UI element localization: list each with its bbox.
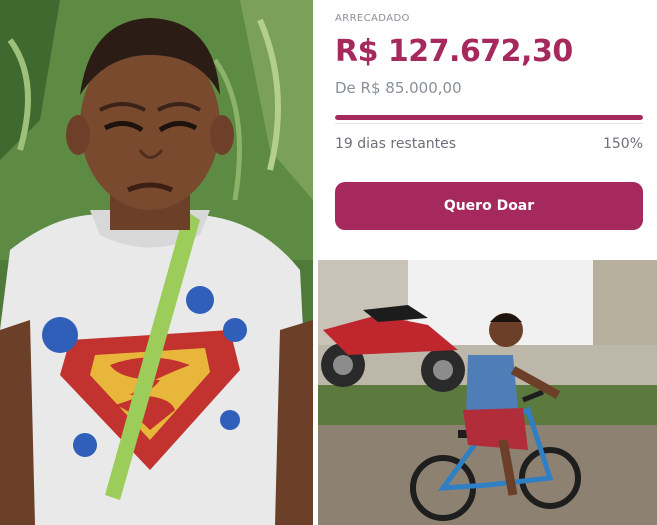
raised-amount: R$ 127.672,30 [335,34,573,69]
photo-boy-crying [0,0,313,525]
progress-percent: 150% [602,136,643,152]
goal-amount: De R$ 85.000,00 [335,79,462,97]
raised-label: ARRECADADO [335,13,410,24]
donate-button[interactable]: Quero Doar [335,182,643,230]
progress-bar-fill [335,115,643,120]
donation-panel: ARRECADADO R$ 127.672,30 De R$ 85.000,00… [318,0,657,258]
days-remaining: 19 dias restantes [335,136,457,152]
divider [335,123,643,124]
progress-bar [335,115,643,120]
photo-boy-bicycle [318,260,657,525]
